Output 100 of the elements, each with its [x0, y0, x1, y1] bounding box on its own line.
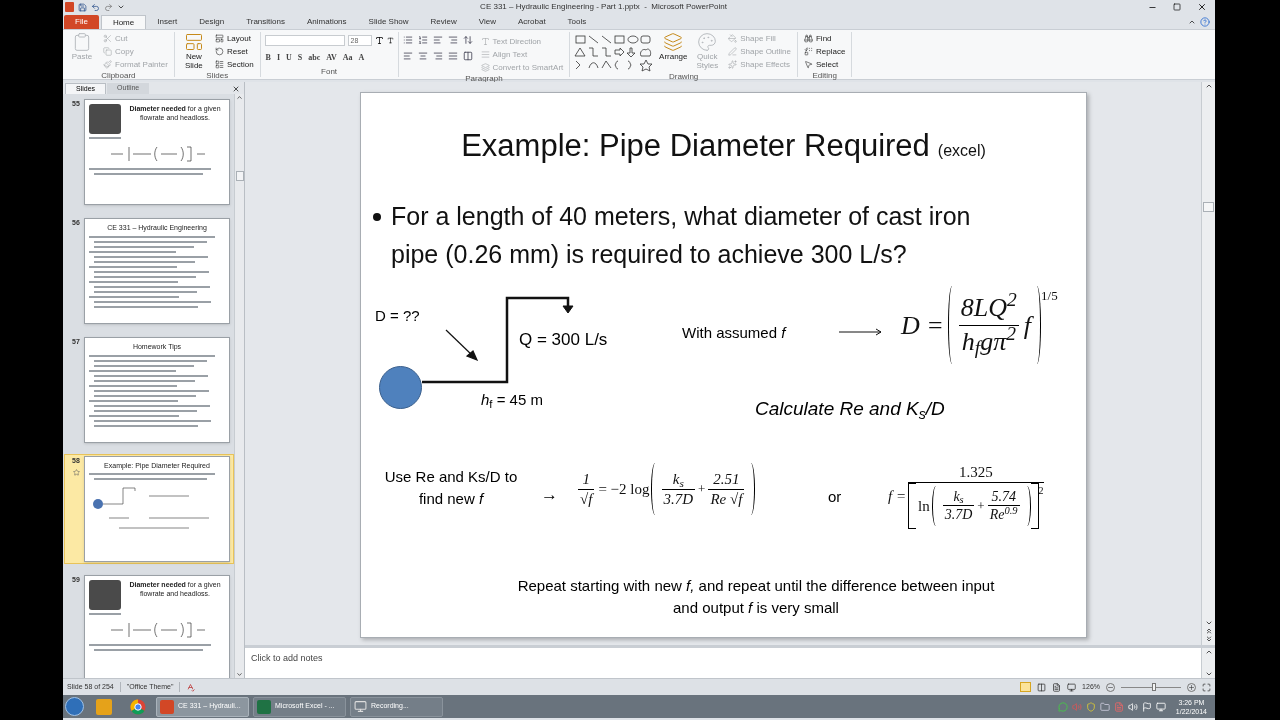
align-right-icon[interactable] — [432, 51, 443, 61]
flow-label: Q = 300 L/s — [519, 329, 608, 351]
start-button[interactable] — [65, 697, 84, 716]
equation-denominator: Re √f — [709, 489, 745, 509]
shapes-gallery-icon[interactable] — [574, 34, 655, 72]
save-icon[interactable] — [78, 2, 87, 12]
align-left-icon[interactable] — [402, 51, 413, 61]
grow-font-icon[interactable] — [374, 36, 384, 45]
group-label: Slides — [205, 71, 230, 81]
scroll-up-icon[interactable] — [1204, 82, 1213, 90]
collapse-ribbon-icon[interactable] — [1188, 18, 1196, 26]
numbering-icon[interactable] — [417, 35, 428, 45]
ribbon-large-button[interactable]: New Slide — [178, 32, 209, 71]
close-icon[interactable] — [1197, 2, 1207, 12]
font-name-field[interactable] — [264, 35, 345, 46]
copy-icon — [103, 47, 112, 56]
ribbon-tab[interactable]: Transitions — [235, 15, 296, 29]
columns-icon[interactable] — [462, 51, 473, 61]
ribbon-button[interactable]: Layout — [212, 32, 256, 45]
slideshow-icon[interactable] — [1067, 682, 1077, 692]
scroll-up-icon[interactable] — [1204, 648, 1213, 656]
next-slide-icon[interactable] — [1204, 635, 1213, 643]
ribbon-tab[interactable]: View — [467, 15, 508, 29]
justify-icon[interactable] — [447, 51, 458, 61]
pen-icon — [728, 47, 738, 56]
format-button[interactable]: Aa — [341, 52, 354, 64]
ribbon-large-button[interactable]: Arrange — [658, 32, 689, 72]
arrow-icon — [839, 328, 883, 336]
reading-view-icon[interactable] — [1052, 682, 1062, 692]
scrollbar-thumb[interactable] — [1203, 202, 1214, 212]
scroll-down-icon[interactable] — [1204, 619, 1213, 627]
spellcheck-icon[interactable] — [186, 682, 196, 692]
ribbon-button[interactable]: Reset — [212, 45, 256, 58]
ribbon-tab[interactable]: File — [64, 15, 99, 29]
mail-app-icon[interactable] — [96, 698, 112, 715]
folder-icon[interactable] — [1099, 701, 1110, 712]
ribbon-tab[interactable]: Review — [419, 15, 468, 29]
network-icon[interactable] — [1155, 701, 1166, 712]
scrollbar[interactable] — [234, 94, 244, 678]
ribbon-button[interactable]: Section — [212, 58, 256, 71]
binoculars-icon — [804, 34, 813, 43]
ribbon-tab[interactable]: Tools — [556, 15, 598, 29]
fit-to-window-icon[interactable] — [1202, 682, 1211, 692]
slide-icon — [183, 32, 204, 52]
scissors-icon — [103, 34, 112, 43]
format-button[interactable]: I — [275, 52, 282, 64]
format-button[interactable]: A — [357, 52, 366, 64]
palette-icon — [697, 32, 718, 52]
zoom-in-icon[interactable] — [1187, 682, 1196, 692]
caret-icon[interactable] — [117, 3, 125, 11]
format-button[interactable]: S — [296, 52, 304, 64]
group-label: Paragraph — [464, 74, 504, 84]
ribbon-tab[interactable]: Acrobat — [507, 15, 557, 29]
align-text-icon — [480, 50, 490, 59]
scrollbar-thumb[interactable] — [235, 171, 244, 181]
ribbon-tab[interactable]: Insert — [146, 15, 189, 29]
ribbon-tab[interactable]: Home — [100, 15, 147, 29]
assumed-label: With assumed f — [682, 323, 786, 343]
browser-icon[interactable] — [130, 698, 146, 715]
flag-icon[interactable] — [1141, 701, 1152, 712]
ribbon-button[interactable]: Find — [802, 32, 848, 45]
scroll-down-icon[interactable] — [236, 671, 243, 678]
equation-numerator: 1 — [581, 469, 591, 489]
equation-text: + — [698, 480, 706, 499]
shrink-font-icon[interactable] — [386, 37, 394, 44]
format-button[interactable]: abc — [307, 52, 322, 64]
scroll-down-icon[interactable] — [1204, 670, 1213, 678]
align-center-icon[interactable] — [417, 51, 428, 61]
zoom-slider-thumb[interactable] — [1151, 682, 1156, 691]
line-spacing-icon[interactable] — [462, 35, 473, 45]
grid-view-icon[interactable] — [1037, 682, 1047, 692]
equation-text: f = — [888, 486, 907, 506]
ribbon-button[interactable]: Select — [802, 58, 848, 71]
normal-view-icon[interactable] — [1020, 682, 1032, 692]
bullets-icon[interactable] — [402, 35, 413, 45]
help-icon[interactable] — [1200, 17, 1210, 27]
format-button[interactable]: U — [285, 52, 293, 64]
shield-icon[interactable] — [1085, 701, 1096, 712]
restore-icon[interactable] — [1173, 3, 1181, 11]
group-label: Font — [320, 67, 339, 77]
scroll-up-icon[interactable] — [236, 94, 243, 101]
ribbon-tab[interactable]: Animations — [296, 15, 358, 29]
layers-icon — [663, 32, 684, 52]
previous-slide-icon[interactable] — [1204, 627, 1213, 635]
ribbon-tab[interactable]: Slide Show — [357, 15, 420, 29]
scrollbar[interactable] — [1201, 648, 1215, 678]
equation-numerator: 5.74 — [990, 487, 1017, 506]
photo-placeholder — [89, 580, 121, 610]
undo-icon[interactable] — [91, 2, 100, 12]
ribbon-button[interactable]: Replace — [802, 45, 848, 58]
equation-text: D = — [901, 309, 944, 342]
ribbon-tab[interactable]: Design — [188, 15, 236, 29]
scrollbar[interactable] — [1201, 82, 1215, 645]
close-icon[interactable] — [232, 85, 240, 93]
equation-text: f — [1023, 309, 1032, 342]
group-label: Editing — [811, 71, 838, 81]
volume-icon[interactable] — [1127, 701, 1138, 712]
format-button[interactable]: B — [264, 52, 272, 64]
format-button[interactable]: AV — [325, 52, 338, 64]
notes-field[interactable]: Click to add notes — [245, 648, 1201, 678]
